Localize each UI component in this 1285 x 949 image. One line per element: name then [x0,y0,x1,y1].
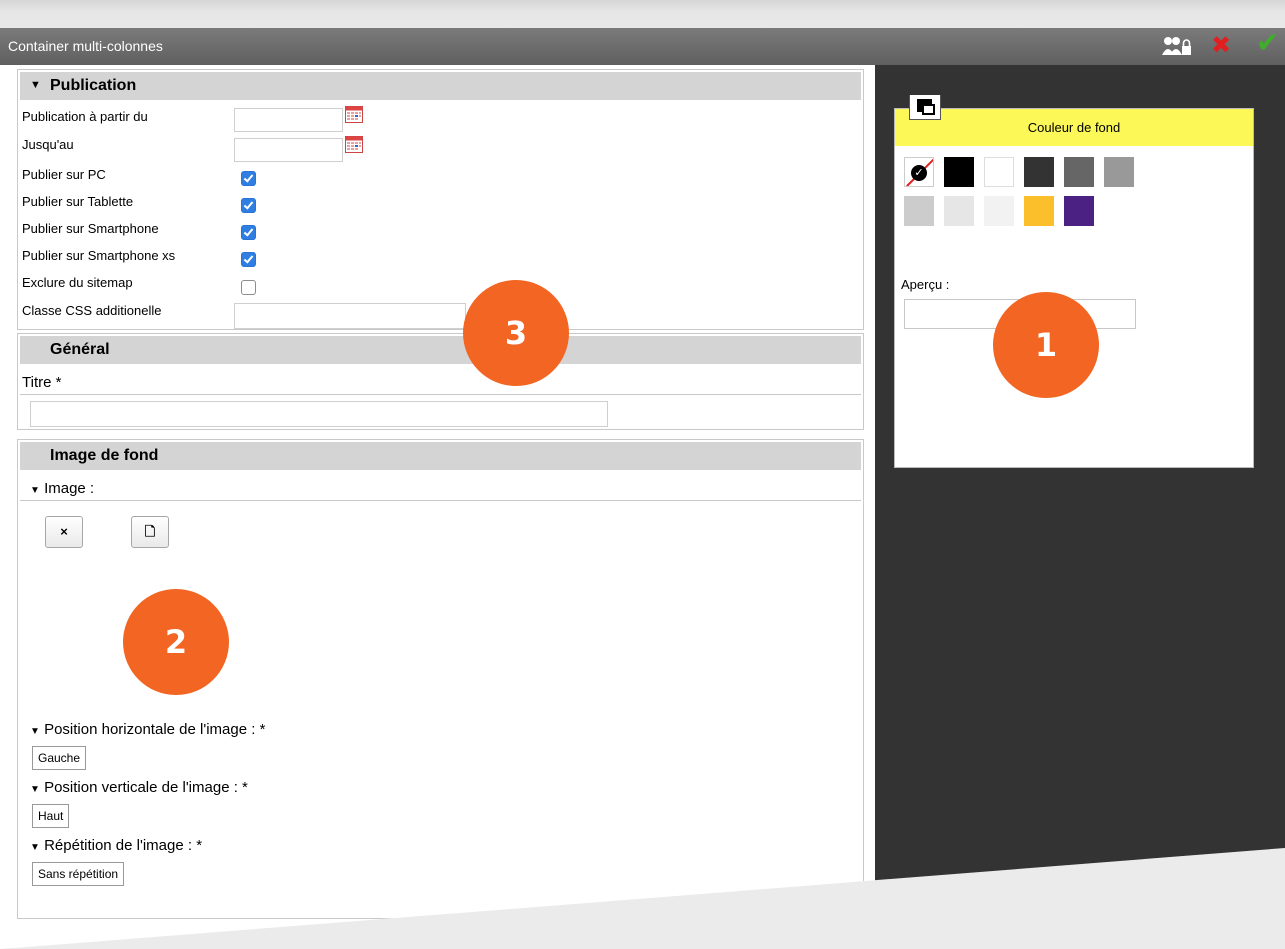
general-section: Général Titre * [17,333,864,430]
collapse-arrow-icon: ▼ [30,485,40,496]
exclude-sitemap-label: Exclure du sitemap [22,275,133,290]
color-swatch[interactable] [1024,157,1054,187]
color-swatch[interactable] [944,196,974,226]
color-swatch[interactable] [984,157,1014,187]
calendar-icon[interactable] [345,106,363,123]
collapse-arrow-icon: ▼ [30,726,40,737]
color-panel-header: Couleur de fond [895,109,1253,146]
h-position-select[interactable]: Gauche [32,746,87,770]
titre-input[interactable] [30,401,608,427]
color-swatch-none[interactable] [904,157,934,187]
publish-smartphone-checkbox[interactable] [241,225,256,240]
v-position-label: ▼ Position verticale de l'image : * [30,779,248,796]
color-swatch[interactable] [1024,196,1054,226]
dialog-titlebar: Container multi-colonnes ✖ ✔ [0,28,1285,65]
color-swatch[interactable] [1064,196,1094,226]
color-swatch[interactable] [1104,157,1134,187]
publish-pc-checkbox[interactable] [241,171,256,186]
image-label: Image : [44,480,95,497]
color-swatch[interactable] [944,157,974,187]
close-icon[interactable]: ✖ [1211,32,1231,60]
publish-until-label: Jusqu'au [22,137,74,152]
dialog-title: Container multi-colonnes [8,38,163,54]
publish-smartphone-xs-label: Publier sur Smartphone xs [22,248,176,263]
general-header: Général [20,336,861,364]
collapse-arrow-icon: ▼ [30,79,41,91]
color-swatch[interactable] [1064,157,1094,187]
css-class-label: Classe CSS additionelle [22,303,162,318]
publication-header[interactable]: ▼ Publication [20,72,861,100]
background-header: Image de fond [20,442,861,470]
divider [20,394,861,395]
dialog-window: Container multi-colonnes ✖ ✔ ▼ Publicati… [0,28,1285,949]
publish-from-input[interactable] [234,108,343,132]
calendar-icon[interactable] [345,136,363,153]
publish-smartphone-label: Publier sur Smartphone [22,221,159,236]
v-position-select[interactable]: Haut [32,804,70,828]
float-window-icon[interactable] [909,95,941,120]
background-color-panel: Couleur de fond Aperçu : [894,95,1254,468]
h-position-label: ▼ Position horizontale de l'image : * [30,721,266,738]
preview-label: Aperçu : [901,277,950,292]
publication-section: ▼ Publication Publication à partir du Ju… [17,69,864,330]
page-background: Container multi-colonnes ✖ ✔ ▼ Publicati… [0,0,1285,949]
publish-pc-label: Publier sur PC [22,167,106,182]
image-buttons: × 🗋 [45,516,205,548]
collapse-arrow-icon: ▼ [30,842,40,853]
background-title: Image de fond [50,447,159,464]
general-title: Général [50,341,110,358]
publish-tablet-checkbox[interactable] [241,198,256,213]
color-swatch[interactable] [904,196,934,226]
form-area: ▼ Publication Publication à partir du Ju… [0,65,875,949]
color-sidebar: Couleur de fond Aperçu : [875,65,1285,949]
check-icon[interactable]: ✔ [1256,29,1279,57]
marker-2: 2 [123,589,229,695]
repeat-label: ▼ Répétition de l'image : * [30,837,203,854]
repeat-select[interactable]: Sans répétition [32,862,125,886]
users-lock-icon[interactable] [1162,36,1192,56]
marker-1: 1 [993,292,1099,398]
browse-image-button[interactable]: 🗋 [131,516,169,548]
publication-title: Publication [50,77,137,94]
titre-label: Titre * [22,374,62,391]
divider [20,500,861,501]
marker-3: 3 [463,280,569,386]
remove-image-button[interactable]: × [45,516,83,548]
publish-from-label: Publication à partir du [22,109,148,124]
image-sub-header[interactable]: ▼ Image : [30,480,94,497]
exclude-sitemap-checkbox[interactable] [241,280,256,295]
publish-until-input[interactable] [234,138,343,162]
color-swatch[interactable] [984,196,1014,226]
publish-smartphone-xs-checkbox[interactable] [241,252,256,267]
css-class-input[interactable] [234,303,466,329]
collapse-arrow-icon: ▼ [30,784,40,795]
publish-tablet-label: Publier sur Tablette [22,194,134,209]
